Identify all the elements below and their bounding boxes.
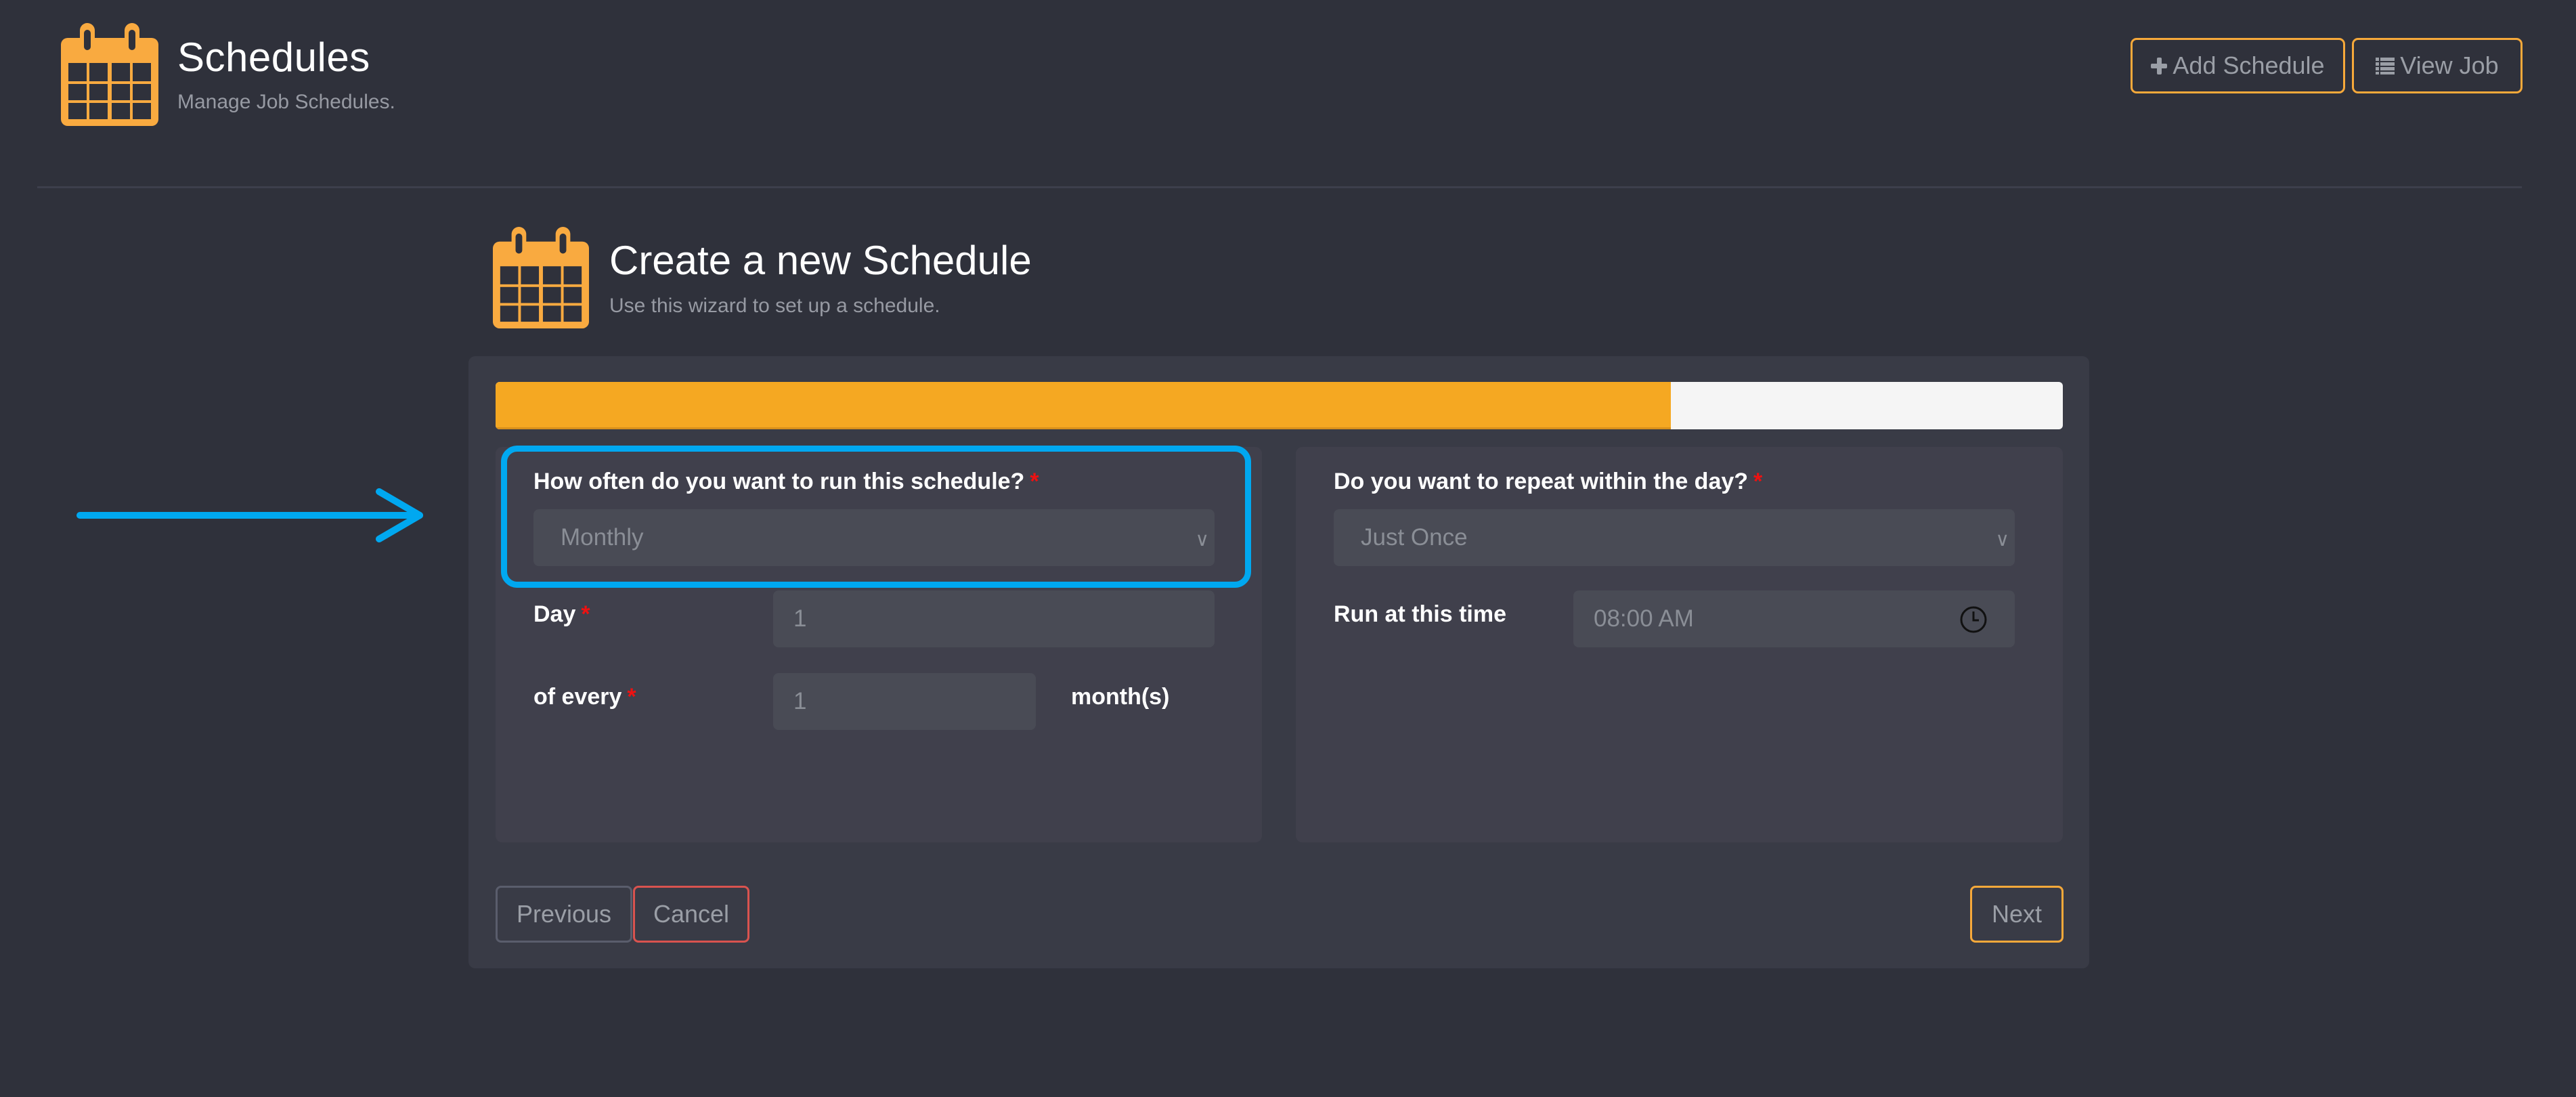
chevron-down-icon: ∨ xyxy=(1195,529,1210,550)
run-time-label: Run at this time xyxy=(1334,601,1507,627)
calendar-icon xyxy=(61,23,158,126)
add-schedule-button[interactable]: Add Schedule xyxy=(2131,38,2345,93)
repeat-select[interactable]: Just Once ∨ xyxy=(1334,509,2015,566)
previous-button[interactable]: Previous xyxy=(496,886,632,943)
frequency-panel: How often do you want to run this schedu… xyxy=(496,447,1262,842)
list-icon xyxy=(2376,58,2395,74)
header-divider xyxy=(37,186,2522,188)
plus-icon xyxy=(2151,58,2168,74)
chevron-down-icon: ∨ xyxy=(1995,529,2010,550)
view-job-button[interactable]: View Job xyxy=(2352,38,2523,93)
clock-icon[interactable] xyxy=(1959,605,1988,634)
frequency-select[interactable]: Monthly ∨ xyxy=(533,509,1215,566)
day-label: Day * xyxy=(533,601,590,627)
wizard-progress-bar xyxy=(496,382,2063,429)
wizard-subtitle: Use this wizard to set up a schedule. xyxy=(609,295,940,317)
wizard-calendar-icon xyxy=(493,227,589,328)
cancel-button[interactable]: Cancel xyxy=(633,886,749,943)
frequency-label: How often do you want to run this schedu… xyxy=(533,469,1039,494)
page-title: Schedules xyxy=(177,35,370,80)
month-unit-label: month(s) xyxy=(1071,684,1170,710)
repeat-label: Do you want to repeat within the day? * xyxy=(1334,469,1763,494)
schedule-wizard: How often do you want to run this schedu… xyxy=(468,356,2089,968)
arrow-right-icon xyxy=(77,488,423,542)
progress-fill xyxy=(496,382,1672,429)
add-schedule-label: Add Schedule xyxy=(2173,51,2325,79)
month-interval-input[interactable]: 1 xyxy=(773,673,1036,730)
run-time-input[interactable]: 08:00 AM xyxy=(1573,590,2015,647)
day-input[interactable]: 1 xyxy=(773,590,1215,647)
wizard-title: Create a new Schedule xyxy=(609,238,1032,283)
time-panel: Do you want to repeat within the day? * J… xyxy=(1296,447,2063,842)
view-job-label: View Job xyxy=(2400,51,2499,79)
page-subtitle: Manage Job Schedules. xyxy=(177,91,395,113)
of-every-label: of every * xyxy=(533,684,636,710)
next-button[interactable]: Next xyxy=(1970,886,2064,943)
